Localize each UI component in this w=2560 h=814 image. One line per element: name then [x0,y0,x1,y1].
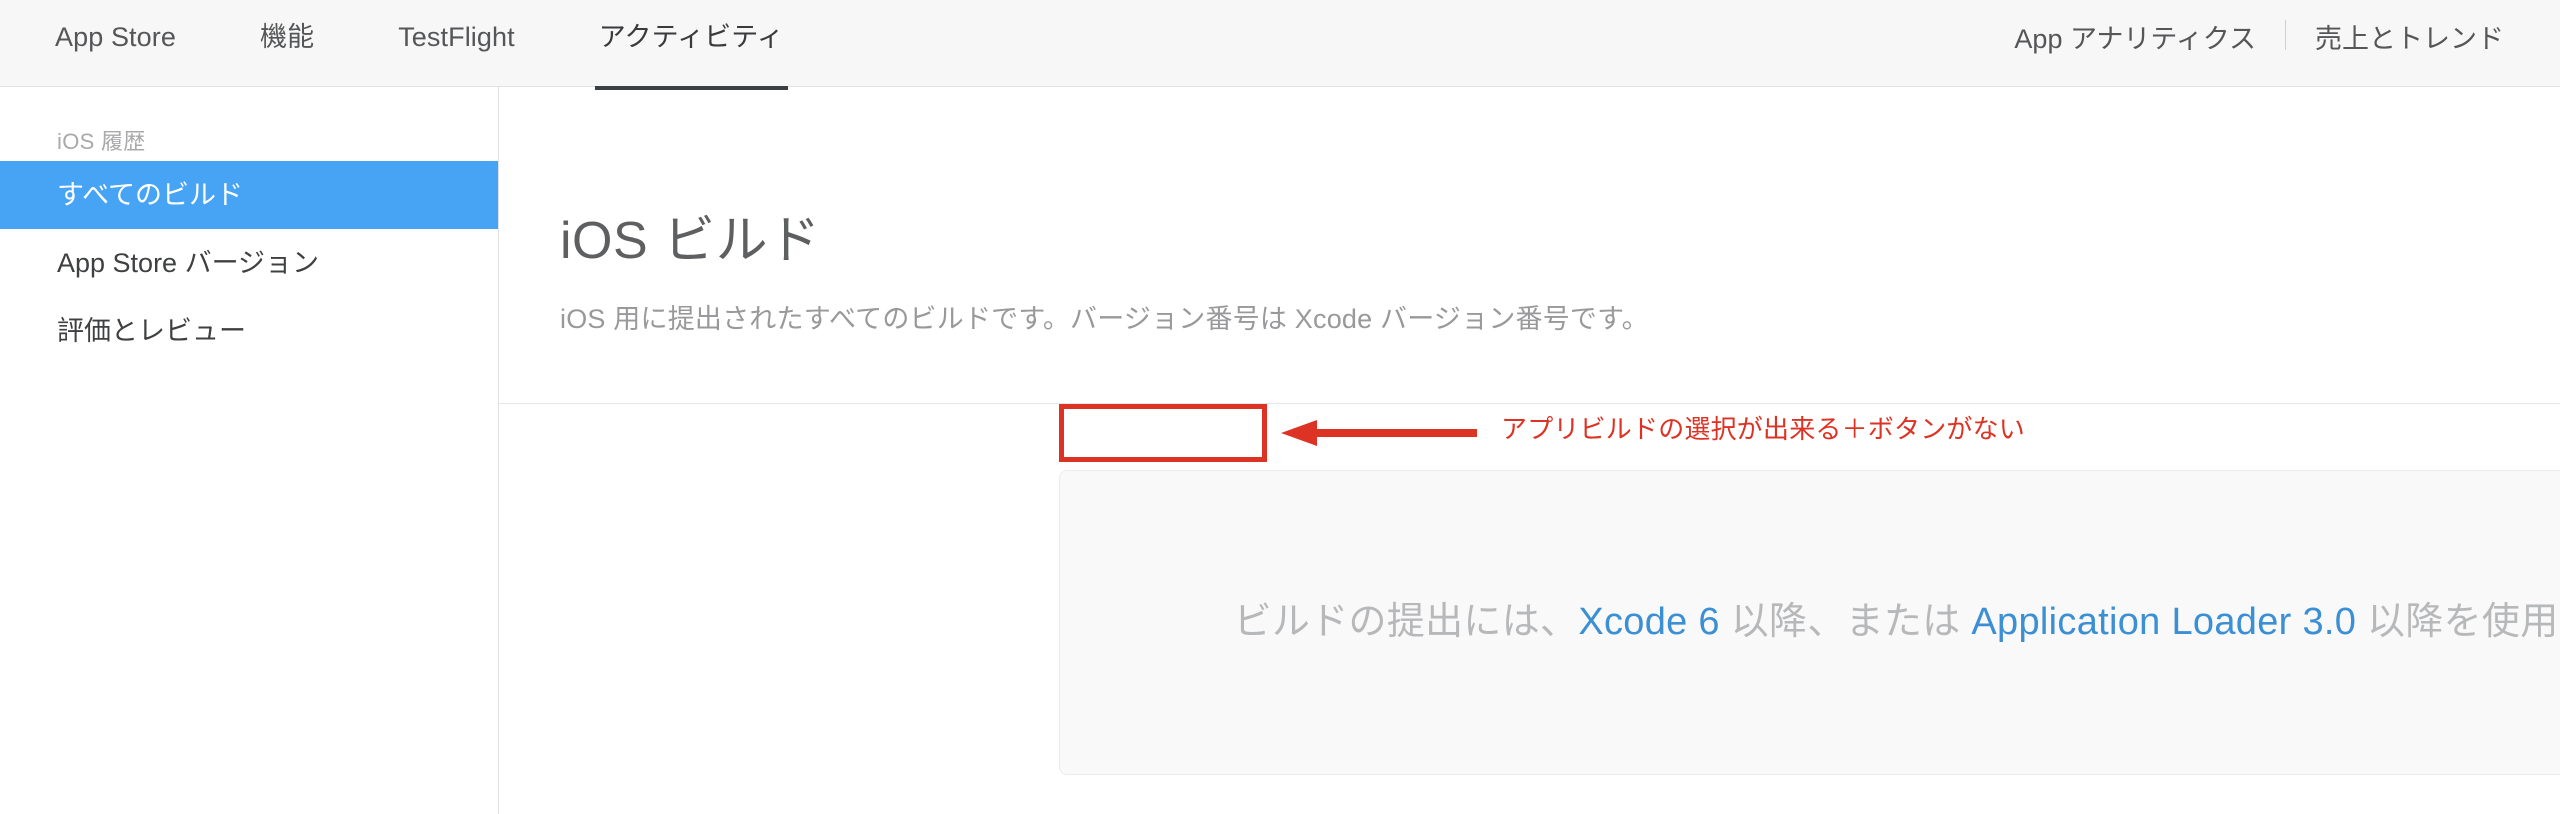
empty-state-text-part3: 以降を使用してください。 [2367,601,2560,643]
top-navigation-bar: App Store 機能 TestFlight アクティビティ App アナリテ… [0,0,2560,90]
sidebar-heading-ios-history: iOS 履歴 [57,129,146,154]
content-divider [499,403,2560,404]
builds-empty-state-panel: ビルドの提出には、Xcode 6 以降、または Application Load… [1059,470,2560,775]
main-content: iOS ビルド iOS 用に提出されたすべてのビルドです。バージョン番号は Xc… [499,87,2560,814]
tab-testflight[interactable]: TestFlight [398,0,515,51]
empty-state-text-part1: ビルドの提出には、 [1233,601,1579,643]
empty-state-text-part2: 以降、または [1719,601,1972,643]
sidebar: iOS 履歴 すべてのビルド App Store バージョン 評価とレビュー [0,87,499,814]
link-sales-and-trends[interactable]: 売上とトレンド [2315,25,2504,53]
sidebar-item-ratings-and-reviews[interactable]: 評価とレビュー [0,297,498,365]
annotation-label: アプリビルドの選択が出来る＋ボタンがない [1501,414,2026,444]
page-subtitle: iOS 用に提出されたすべてのビルドです。バージョン番号は Xcode バージョ… [560,304,1649,334]
tab-features[interactable]: 機能 [260,0,314,51]
tab-activity[interactable]: アクティビティ [594,0,788,90]
annotation-arrow-left-icon [1281,420,1477,446]
link-app-analytics[interactable]: App アナリティクス [2014,25,2256,53]
top-nav-tab-list: App Store 機能 TestFlight アクティビティ [0,0,788,90]
link-application-loader[interactable]: Application Loader 3.0 [1971,601,2356,643]
nav-separator [2285,20,2286,50]
empty-state-message: ビルドの提出には、Xcode 6 以降、または Application Load… [1234,594,2560,651]
sidebar-item-all-builds[interactable]: すべてのビルド [0,161,498,229]
annotation-highlight-box [1059,404,1267,462]
tab-app-store[interactable]: App Store [55,0,176,51]
page-title: iOS ビルド [560,212,821,270]
top-nav-right-links: App アナリティクス 売上とトレンド [2014,0,2560,54]
page-layout: iOS 履歴 すべてのビルド App Store バージョン 評価とレビュー i… [0,87,2560,814]
sidebar-item-app-store-versions[interactable]: App Store バージョン [0,229,498,297]
link-xcode-6[interactable]: Xcode 6 [1578,601,1720,643]
